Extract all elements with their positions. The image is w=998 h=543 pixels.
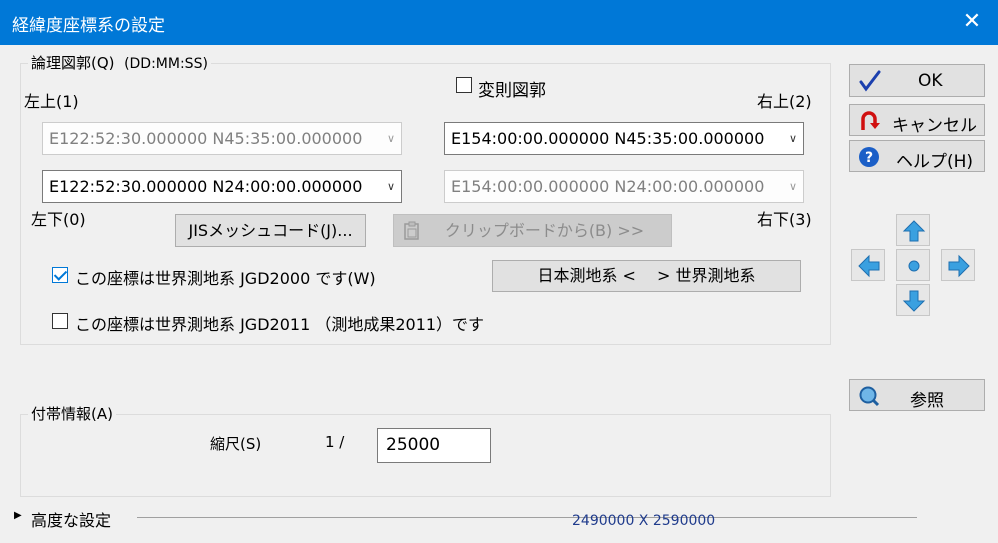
move-down-button[interactable] (896, 284, 930, 316)
reference-button[interactable]: 参照 (849, 379, 985, 411)
move-right-button[interactable] (941, 249, 975, 281)
help-icon: ? (859, 147, 879, 167)
close-icon: ✕ (962, 9, 982, 34)
extent-size-text: 2490000 X 2590000 (572, 513, 716, 529)
top-right-combo[interactable]: E154:00:00.000000 N45:35:00.000000 ∨ (444, 122, 804, 155)
top-left-label: 左上(1) (24, 92, 79, 111)
clipboard-icon (404, 221, 419, 240)
coordinate-format: (DD:MM:SS) (124, 56, 208, 72)
arrow-down-icon (902, 290, 926, 312)
ok-button[interactable]: OK (849, 64, 985, 97)
jgd2000-checkbox[interactable] (52, 267, 68, 283)
scale-label: 縮尺(S) (210, 435, 262, 453)
bottom-left-label: 左下(0) (31, 210, 86, 229)
advanced-settings-label[interactable]: 高度な設定 (31, 507, 111, 531)
help-button[interactable]: ? ヘルプ(H) (849, 140, 985, 172)
window-title: 経緯度座標系の設定 (12, 16, 165, 36)
chevron-down-icon: ∨ (788, 132, 797, 145)
transform-label[interactable]: 変則図郭 (478, 76, 546, 101)
move-up-button[interactable] (896, 214, 930, 246)
extent-legend: 論理図郭(Q) (DD:MM:SS) (28, 52, 211, 73)
chevron-down-icon: ∨ (788, 180, 797, 193)
bottom-left-value: E122:52:30.000000 N24:00:00.000000 (49, 177, 363, 196)
bottom-right-value: E154:00:00.000000 N24:00:00.000000 (451, 177, 765, 196)
jgd2000-label[interactable]: この座標は世界測地系 JGD2000 です(W) (75, 265, 376, 289)
scale-prefix: 1 / (325, 433, 345, 451)
undo-icon (861, 111, 880, 130)
top-left-value: E122:52:30.000000 N45:35:00.000000 (49, 129, 363, 148)
title-bar: 経緯度座標系の設定 ✕ (0, 0, 998, 45)
move-left-button[interactable] (851, 249, 885, 281)
expand-triangle-icon[interactable]: ▶ (14, 510, 22, 521)
advanced-divider (137, 517, 917, 518)
extent-group (20, 63, 831, 345)
scale-value: 25000 (386, 435, 441, 455)
scale-input[interactable]: 25000 (377, 428, 491, 463)
arrow-up-icon (902, 220, 926, 242)
arrow-right-icon (948, 254, 970, 278)
top-right-label: 右上(2) (757, 92, 812, 111)
transform-checkbox[interactable] (456, 77, 472, 93)
chevron-down-icon: ∨ (386, 132, 395, 145)
bottom-right-label: 右下(3) (757, 210, 812, 229)
cancel-button[interactable]: キャンセル (849, 104, 985, 136)
checkmark-icon (859, 70, 881, 92)
chevron-down-icon: ∨ (386, 180, 395, 193)
close-button[interactable]: ✕ (952, 4, 992, 40)
top-right-value: E154:00:00.000000 N45:35:00.000000 (451, 129, 765, 148)
jis-mesh-button[interactable]: JISメッシュコード(J)... (175, 214, 366, 247)
bottom-left-combo[interactable]: E122:52:30.000000 N24:00:00.000000 ∨ (42, 170, 402, 203)
jgd2011-label[interactable]: この座標は世界測地系 JGD2011 （測地成果2011）です (75, 311, 484, 335)
clipboard-button: クリップボードから(B) >> (393, 214, 672, 247)
jgd2011-checkbox[interactable] (52, 313, 68, 329)
top-left-combo: E122:52:30.000000 N45:35:00.000000 ∨ (42, 122, 402, 155)
magnifier-icon (859, 386, 880, 407)
center-dot-icon (908, 260, 920, 272)
center-button[interactable] (896, 249, 930, 281)
bottom-right-combo: E154:00:00.000000 N24:00:00.000000 ∨ (444, 170, 804, 203)
svg-text:?: ? (865, 150, 873, 166)
arrow-left-icon (858, 254, 880, 278)
datum-convert-button[interactable]: 日本測地系 < > 世界測地系 (492, 260, 801, 292)
extra-legend: 付帯情報(A) (28, 403, 116, 424)
